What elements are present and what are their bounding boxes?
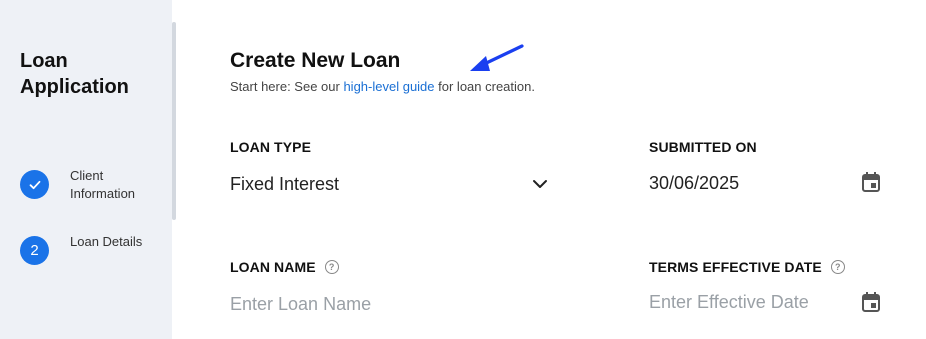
subtitle-suffix: for loan creation. xyxy=(434,79,535,94)
page-title: Create New Loan xyxy=(230,49,401,72)
terms-effective-date-label: TERMS EFFECTIVE DATE ? xyxy=(649,259,845,275)
loan-name-label: LOAN NAME ? xyxy=(230,259,339,275)
subtitle-prefix: Start here: See our xyxy=(230,79,344,94)
checkmark-icon xyxy=(29,180,40,189)
step-label: Client Information xyxy=(70,168,136,201)
page-subtitle: Start here: See our high-level guide for… xyxy=(230,79,535,94)
submitted-on-label-text: SUBMITTED ON xyxy=(649,139,757,155)
loan-application-page: Loan Application Client Information 2 Lo… xyxy=(0,0,926,339)
high-level-guide-link[interactable]: high-level guide xyxy=(343,79,434,94)
step-client-information[interactable]: Client Information xyxy=(20,166,170,206)
help-icon[interactable]: ? xyxy=(324,260,339,274)
loan-type-label-text: LOAN TYPE xyxy=(230,139,312,155)
calendar-icon[interactable] xyxy=(862,172,880,192)
sidebar: Loan Application Client Information 2 Lo… xyxy=(0,0,172,339)
step-loan-details[interactable]: 2 Loan Details xyxy=(20,232,170,272)
loan-type-label: LOAN TYPE xyxy=(230,139,311,155)
sidebar-title: Loan Application xyxy=(20,50,129,98)
calendar-icon[interactable] xyxy=(862,292,880,312)
help-icon[interactable]: ? xyxy=(830,260,845,274)
terms-effective-date-label-text: TERMS EFFECTIVE DATE xyxy=(649,259,822,275)
step-number-badge: 2 xyxy=(20,236,49,265)
loan-type-select[interactable]: Fixed Interest xyxy=(230,174,339,195)
terms-effective-date-input[interactable]: Enter Effective Date xyxy=(649,292,809,313)
main-panel-corner xyxy=(172,0,186,20)
step-complete-indicator xyxy=(20,170,49,199)
chevron-down-icon[interactable] xyxy=(531,178,549,190)
submitted-on-field[interactable]: 30/06/2025 xyxy=(649,173,739,194)
sidebar-scrollbar[interactable] xyxy=(172,22,176,220)
loan-name-label-text: LOAN NAME xyxy=(230,259,316,275)
step-label: Loan Details xyxy=(70,234,143,249)
submitted-on-label: SUBMITTED ON xyxy=(649,139,757,155)
loan-name-input[interactable]: Enter Loan Name xyxy=(230,294,371,315)
arrow-annotation-icon xyxy=(470,44,524,71)
